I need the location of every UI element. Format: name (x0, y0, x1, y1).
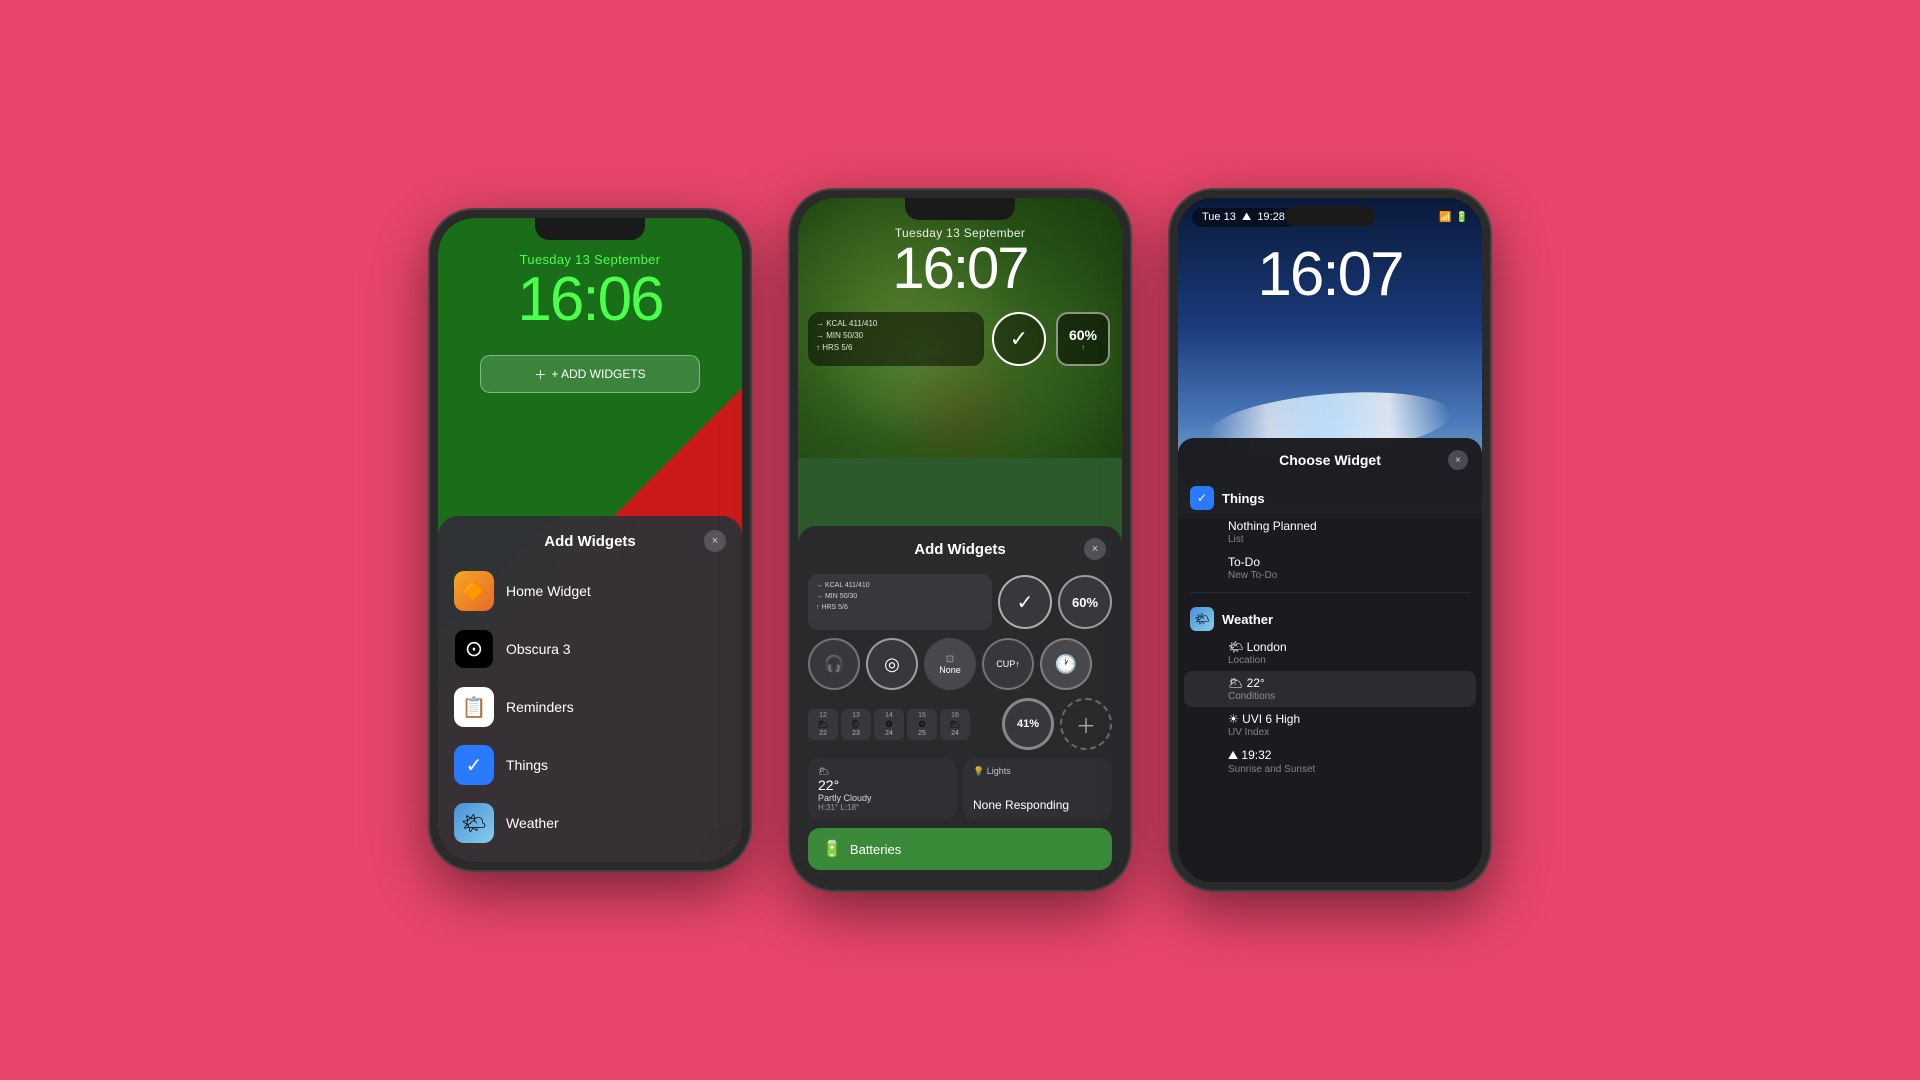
obscura-icon: ⊙ (454, 629, 494, 669)
conditions-title: 🌥 22° (1228, 676, 1464, 690)
nothing-planned-sub: List (1228, 534, 1464, 545)
choose-nothing-planned[interactable]: Nothing Planned List (1184, 514, 1476, 550)
panel-close-button[interactable]: × (704, 530, 726, 552)
conditions-sub: Conditions (1228, 691, 1464, 702)
grid-headphones: 🎧 (808, 638, 860, 690)
weather-icon: 🌤 (454, 803, 494, 843)
phone-2: Tuesday 13 September 16:07 → KCAL 411/41… (790, 190, 1130, 890)
weather-label: Weather (506, 815, 559, 831)
choose-widget-panel: Choose Widget × ✓ Things Nothing Planned… (1178, 438, 1482, 882)
homewidget-label: Home Widget (506, 583, 591, 599)
phone3-time: 16:07 (1178, 239, 1482, 310)
batteries-label: Batteries (850, 842, 901, 857)
obscura-label: Obscura 3 (506, 641, 571, 657)
status-icons: 📶 🔋 (1439, 212, 1468, 223)
add-widgets-panel: Add Widgets × 🔶 Home Widget ⊙ Obscura 3 … (438, 516, 742, 862)
widget-item-weather[interactable]: 🌤 Weather (438, 794, 742, 852)
things-icon: ✓ (454, 745, 494, 785)
sunrise-sub: Sunrise and Sunset (1228, 764, 1464, 775)
calendar-row: 12 🌥 22 13 🌦 23 14 ⚙ 24 (808, 709, 996, 740)
phone-3: Tue 13 ⛰ 19:28 📶 🔋 16:07 Choose Widget × (1170, 190, 1490, 890)
grid-ring-41: 41% (1002, 698, 1054, 750)
choose-conditions[interactable]: 🌥 22° Conditions (1184, 671, 1476, 707)
batteries-button[interactable]: 🔋 Batteries (808, 828, 1112, 870)
add-widgets-panel-2: Add Widgets × → KCAL 411/410→ MIN 50/30↑… (798, 526, 1122, 882)
weather-section-icon: 🌤 (1190, 607, 1214, 631)
things-section-header: ✓ Things (1178, 478, 1482, 514)
percent-widget: 60% ↑ (1054, 312, 1112, 366)
status-date: Tue 13 ⛰ 19:28 (1192, 208, 1295, 227)
grid-check: ✓ (998, 575, 1052, 629)
grid-activity: → KCAL 411/410→ MIN 50/30↑ HRS 5/6 (808, 574, 992, 630)
choose-panel-close-button[interactable]: × (1448, 450, 1468, 470)
grid-target: ◎ (866, 638, 918, 690)
things-label: Things (506, 757, 548, 773)
choose-sunrise[interactable]: ⛰ 19:32 Sunrise and Sunset (1184, 743, 1476, 780)
panel-title: Add Widgets (476, 533, 704, 550)
weather-widget: 🌥 22° Partly Cloudy H:31° L:18° (808, 758, 957, 820)
todo-sub: New To-Do (1228, 570, 1464, 581)
sunrise-title: ⛰ 19:32 (1228, 748, 1464, 763)
phone-1: Tuesday 13 September 16:06 ＋ + ADD WIDGE… (430, 210, 750, 870)
homewidget-icon: 🔶 (454, 571, 494, 611)
check-widget: ✓ (990, 312, 1048, 366)
activity-widget: → KCAL 411/410 → MIN 50/30 ↑ HRS 5/6 (808, 312, 984, 366)
choose-uvi[interactable]: ☀ UVI 6 High UV Index (1184, 707, 1476, 743)
widget-item-things[interactable]: ✓ Things (438, 736, 742, 794)
plus-icon: ＋ (534, 366, 546, 383)
phone1-time: 16:06 (454, 269, 726, 331)
reminders-icon: 📋 (454, 687, 494, 727)
choose-todo[interactable]: To-Do New To-Do (1184, 550, 1476, 586)
grid-clock: 🕐 (1040, 638, 1092, 690)
weather-section-header: 🌤 Weather (1178, 599, 1482, 635)
section-divider (1190, 592, 1470, 593)
london-title: 🌤 London (1228, 640, 1464, 654)
reminders-label: Reminders (506, 699, 574, 715)
lights-widget: 💡 Lights None Responding (963, 758, 1112, 820)
grid-add[interactable]: ＋ (1060, 698, 1112, 750)
widget-item-obscura[interactable]: ⊙ Obscura 3 (438, 620, 742, 678)
weather-section-title: Weather (1222, 612, 1273, 627)
panel2-title: Add Widgets (836, 541, 1084, 558)
notch-1 (535, 218, 645, 240)
london-sub: Location (1228, 655, 1464, 666)
widget-item-homewidget[interactable]: 🔶 Home Widget (438, 562, 742, 620)
widget-item-reminders[interactable]: 📋 Reminders (438, 678, 742, 736)
dynamic-island (1285, 206, 1375, 226)
grid-cup: CUP↑ (982, 638, 1034, 690)
uvi-sub: UV Index (1228, 727, 1464, 738)
panel2-close-button[interactable]: × (1084, 538, 1106, 560)
phone2-time: 16:07 (814, 240, 1106, 298)
choose-london[interactable]: 🌤 London Location (1184, 635, 1476, 671)
uvi-title: ☀ UVI 6 High (1228, 712, 1464, 726)
grid-percent: 60% (1058, 575, 1112, 629)
nothing-planned-title: Nothing Planned (1228, 519, 1464, 533)
add-widgets-button[interactable]: ＋ + ADD WIDGETS (480, 355, 700, 393)
grid-none: ⊡ None (924, 638, 976, 690)
notch-2 (905, 198, 1015, 220)
choose-panel-title: Choose Widget (1212, 452, 1448, 468)
things-section-title: Things (1222, 491, 1265, 506)
todo-title: To-Do (1228, 555, 1464, 569)
things-section-icon: ✓ (1190, 486, 1214, 510)
